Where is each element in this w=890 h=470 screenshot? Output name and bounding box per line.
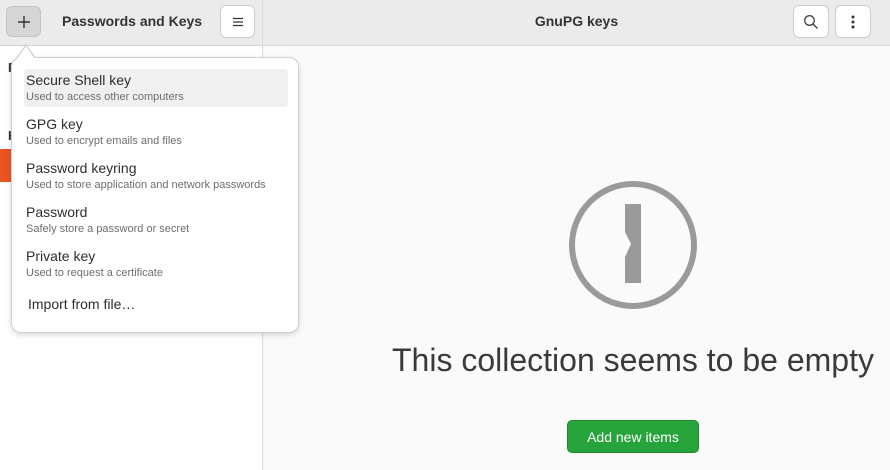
add-item-popover: Secure Shell key Used to access other co… [11,57,299,333]
sidebar-title: Passwords and Keys [62,13,203,29]
menu-item-subtitle: Used to encrypt emails and files [26,135,182,147]
menu-item-password[interactable]: Password Safely store a password or secr… [24,201,288,239]
keyhole-icon [569,181,697,309]
menu-item-title: Password [26,204,88,220]
menu-item-title: Secure Shell key [26,72,132,88]
plus-icon [17,15,30,28]
sidebar-header: Passwords and Keys [0,0,262,46]
menu-item-subtitle: Safely store a password or secret [26,223,190,235]
menu-item-gpg-key[interactable]: GPG key Used to encrypt emails and files [24,113,288,151]
menu-item-title: Private key [26,248,96,264]
more-options-button[interactable] [835,5,871,38]
menu-item-password-keyring[interactable]: Password keyring Used to store applicati… [24,157,288,195]
menu-item-private-key[interactable]: Private key Used to request a certificat… [24,245,288,283]
search-button[interactable] [793,5,829,38]
add-button[interactable] [6,6,41,37]
menu-item-title: GPG key [26,116,83,132]
hamburger-icon [232,17,243,26]
menu-item-subtitle: Used to request a certificate [26,267,163,279]
main-menu-button[interactable] [220,5,255,38]
search-icon [804,14,818,29]
menu-item-title: Password keyring [26,160,137,176]
vertical-ellipsis-icon [851,15,855,28]
menu-item-secure-shell-key[interactable]: Secure Shell key Used to access other co… [24,69,288,107]
menu-item-subtitle: Used to access other computers [26,91,184,103]
main-header: GnuPG keys [263,0,890,46]
empty-state-message: This collection seems to be empty [392,342,874,378]
menu-item-import-from-file[interactable]: Import from file… [28,296,135,312]
menu-item-subtitle: Used to store application and network pa… [26,179,266,191]
add-new-items-button[interactable]: Add new items [567,420,699,453]
popover-arrow-fill [17,46,35,59]
